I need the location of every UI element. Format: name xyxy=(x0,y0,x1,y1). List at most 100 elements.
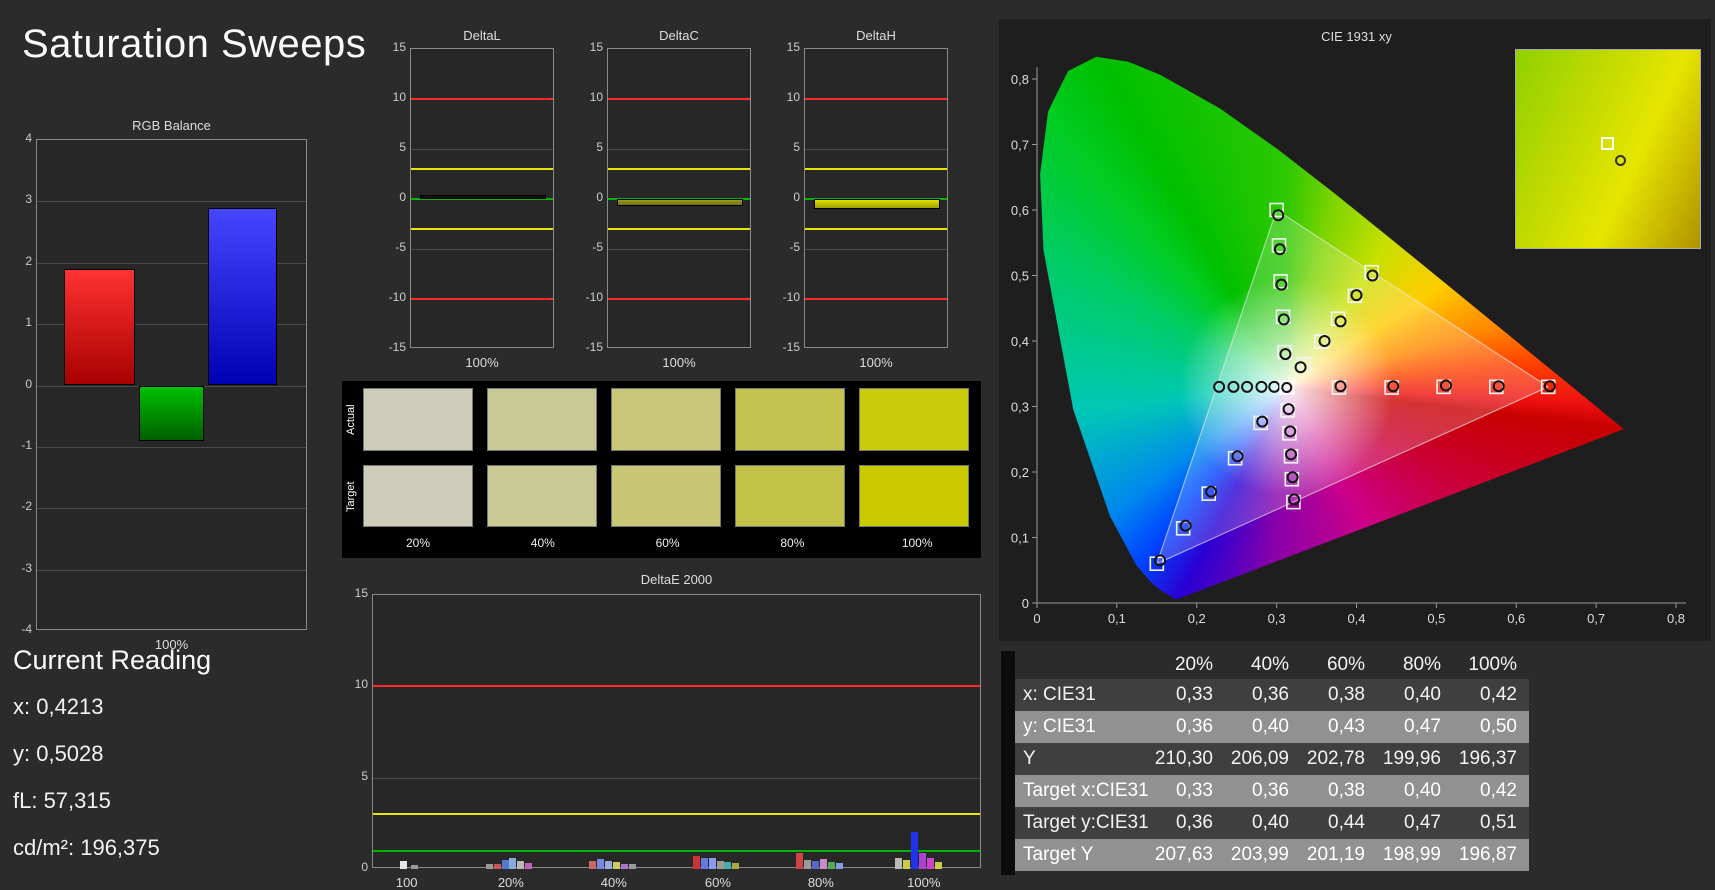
y-tick-label: 0 xyxy=(25,376,32,391)
table-cell: 198,99 xyxy=(1377,839,1453,871)
table-cell: 210,30 xyxy=(1149,743,1225,775)
y-tick-label: 3 xyxy=(25,192,32,207)
deltaC-plot-area xyxy=(607,48,751,348)
delta-e-bar xyxy=(597,858,605,869)
deltaC-title: DeltaC xyxy=(659,28,699,43)
cie-x-tick-label: 0,3 xyxy=(1268,611,1286,626)
table-row-label: Target Y xyxy=(1015,839,1149,871)
delta-e-bar xyxy=(493,863,501,869)
calman-saturation-sweeps-page: Saturation Sweeps RGB Balance 4 3 2 1 0 -1 -2 -3… xyxy=(0,0,1715,890)
table-cell: 0,36 xyxy=(1149,807,1225,839)
table-col-header: 20% xyxy=(1174,654,1213,675)
reference-line xyxy=(373,813,980,816)
table-cell: 0,36 xyxy=(1149,711,1225,743)
cie-x-tick-label: 0,8 xyxy=(1667,611,1685,626)
swatch-col-label: 60% xyxy=(655,536,680,550)
table-cell: 0,40 xyxy=(1377,679,1453,711)
y-tick-label: 5 xyxy=(793,140,800,154)
y-tick-label: -15 xyxy=(585,340,603,354)
delta-e-2000-chart: DeltaE 2000 15 10 5 0 100 20% 40% 60% 80% 100% xyxy=(322,570,1002,890)
cie-y-tick-label: 0,2 xyxy=(1011,465,1029,480)
y-tick-label: 15 xyxy=(786,40,800,54)
rgb-balance-chart: RGB Balance 4 3 2 1 0 -1 -2 -3 -4 100% xyxy=(21,112,322,652)
delta-e-bar xyxy=(708,857,716,869)
cie-x-tick-label: 0,1 xyxy=(1108,611,1126,626)
inset-target-point xyxy=(1600,137,1614,151)
swatch-col-label: 40% xyxy=(530,536,555,550)
delta-e-bar xyxy=(605,860,613,869)
y-tick-label: -5 xyxy=(395,240,406,254)
gridline xyxy=(805,249,947,250)
delta-e-bar xyxy=(700,858,708,869)
reference-line xyxy=(608,168,750,170)
swatch-row-label-actual: Actual xyxy=(345,404,357,435)
reference-line xyxy=(608,228,750,230)
table-cell: 0,33 xyxy=(1149,775,1225,807)
table-cell: 202,78 xyxy=(1301,743,1377,775)
table-cell: 206,09 xyxy=(1225,743,1301,775)
inset-measured-point xyxy=(1615,154,1627,166)
table-cell: 0,50 xyxy=(1453,711,1529,743)
table-cell: 0,43 xyxy=(1301,711,1377,743)
x-axis-label: 100% xyxy=(465,355,499,370)
table-col-header: 40% xyxy=(1250,654,1289,675)
reference-line xyxy=(411,168,553,170)
delta-h-chart: DeltaH 15 10 5 0 -5 -10 -15 100% xyxy=(774,28,964,370)
cie-y-tick-label: 0,8 xyxy=(1011,72,1029,87)
gridline xyxy=(608,249,750,250)
x-axis-label: 100% xyxy=(662,355,696,370)
delta-e-bar xyxy=(902,859,910,869)
rgb_balance-title: RGB Balance xyxy=(132,118,211,133)
cie-y-tick-label: 0,7 xyxy=(1011,138,1029,153)
page-title: Saturation Sweeps xyxy=(22,22,367,66)
swatch-actual-80% xyxy=(735,388,845,451)
swatch-target-60% xyxy=(611,465,721,527)
table-cell: 0,44 xyxy=(1301,807,1377,839)
swatch-row-label-target: Target xyxy=(345,481,357,512)
table-cell: 203,99 xyxy=(1225,839,1301,871)
y-tick-label: -3 xyxy=(21,560,32,575)
swatch-col-label: 80% xyxy=(780,536,805,550)
y-tick-label: 15 xyxy=(354,586,368,600)
y-tick-label: -5 xyxy=(789,240,800,254)
reference-line xyxy=(411,98,553,100)
y-tick-label: 5 xyxy=(399,140,406,154)
table-cell: 0,38 xyxy=(1301,775,1377,807)
delta-l-chart: DeltaL 15 10 5 0 -5 -10 -15 100% xyxy=(380,28,570,370)
delta-e-bar xyxy=(411,865,419,869)
swatch-actual-20% xyxy=(363,388,473,451)
table-row-label: Target y:CIE31 xyxy=(1015,807,1149,839)
gridline xyxy=(37,508,306,510)
red-bar xyxy=(64,268,135,386)
deltaE-plot-area xyxy=(372,594,981,869)
y-tick-label: 1 xyxy=(25,315,32,330)
y-tick-label: 0 xyxy=(399,190,406,204)
table-row-label: Target x:CIE31 xyxy=(1015,775,1149,807)
table-row-label: y: CIE31 xyxy=(1015,711,1149,743)
y-tick-label: -15 xyxy=(782,340,800,354)
blue-bar xyxy=(207,207,277,386)
y-tick-label: -2 xyxy=(21,499,32,514)
delta-e-bar xyxy=(918,853,926,869)
deltaH-plot-area xyxy=(804,48,948,348)
delta-e-bar xyxy=(796,853,804,869)
deltac-bar xyxy=(616,199,744,206)
saturation-results-table: 20% 40% 60% 80% 100% x: CIE31 0,33 0,36 0,38 0,40… xyxy=(1001,651,1533,875)
table-cell: 0,38 xyxy=(1301,679,1377,711)
delta-e-bar xyxy=(692,855,700,869)
table-cell: 0,51 xyxy=(1453,807,1529,839)
current-reading-panel: Current Reading x: 0,4213 y: 0,5028 fL: … xyxy=(13,645,211,882)
y-tick-label: 0 xyxy=(793,190,800,204)
reading-x: x: 0,4213 xyxy=(13,694,104,719)
delta-e-bar xyxy=(835,862,843,869)
table-cell: 207,63 xyxy=(1149,839,1225,871)
delta-e-bar xyxy=(934,862,942,869)
table-cell: 0,36 xyxy=(1225,775,1301,807)
swatch-col-label: 20% xyxy=(405,536,431,550)
delta-e-bar xyxy=(804,859,812,869)
table-row-label: x: CIE31 xyxy=(1015,679,1149,711)
table-row-label: Y xyxy=(1015,743,1149,775)
table-cell: 0,36 xyxy=(1225,679,1301,711)
swatch-target-100% xyxy=(859,465,969,527)
saturation-swatches-panel: Actual Target 20% 40% 60% 80% 100% xyxy=(342,381,981,558)
